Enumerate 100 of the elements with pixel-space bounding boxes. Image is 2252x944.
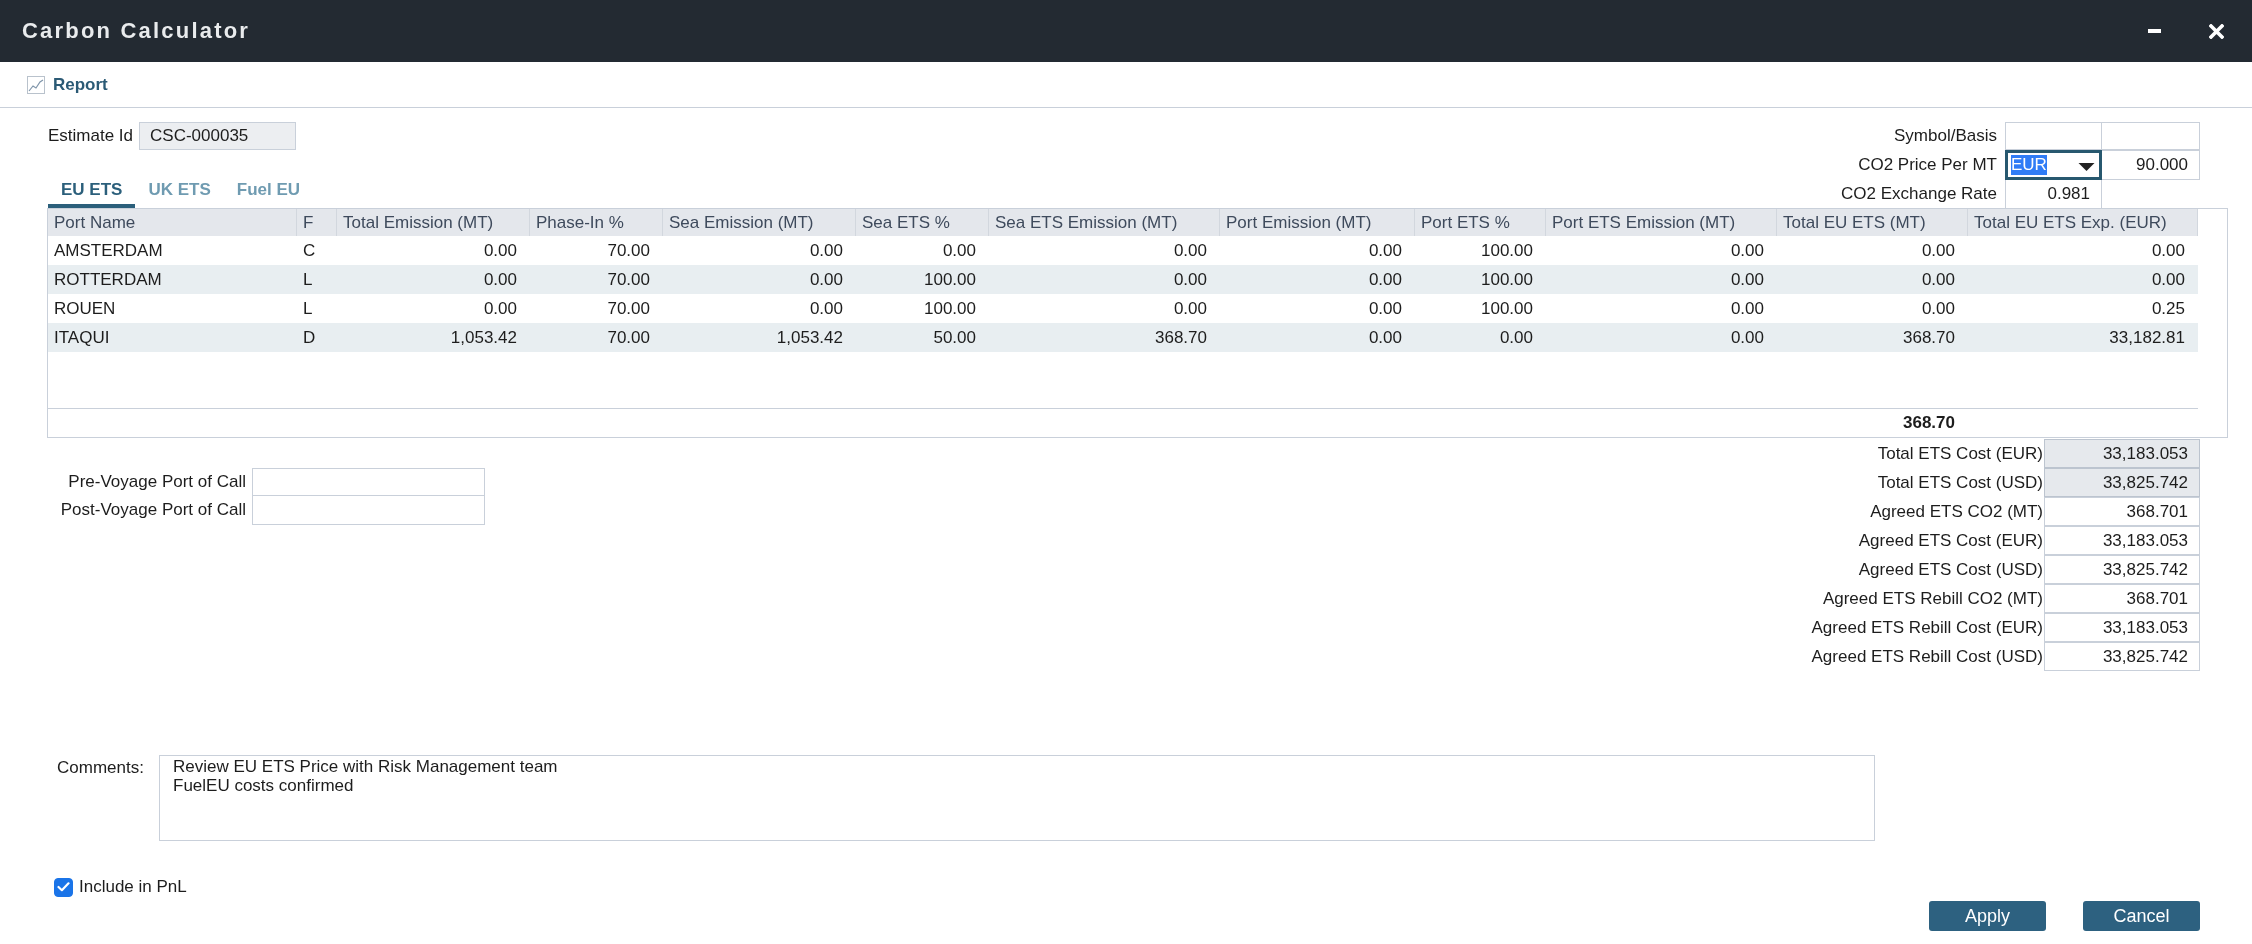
table-cell-text: 70.00: [606, 269, 651, 291]
report-button[interactable]: Report: [27, 74, 108, 95]
column-header[interactable]: F: [297, 209, 337, 236]
field-label: Total ETS Cost (USD): [1876, 472, 2044, 494]
table-cell-text: 0.00: [1172, 240, 1208, 262]
field-label: Agreed ETS Rebill Cost (EUR): [1811, 617, 2044, 639]
field-label: Estimate Id: [48, 126, 134, 146]
table-cell-text: L: [302, 269, 314, 291]
field-label: Total ETS Cost (EUR): [1876, 443, 2044, 465]
table-cell-text: 0.00: [2150, 269, 2186, 291]
column-header[interactable]: Sea ETS %: [856, 209, 989, 236]
column-header[interactable]: Phase-In %: [530, 209, 663, 236]
table-cell-text: 100.00: [1480, 269, 1534, 291]
amount-field[interactable]: 33,825.742: [2044, 468, 2200, 497]
table-row[interactable]: ROTTERDAM L 0.00 70.00 0.00 100.00 0.00 0.00 100.00 0.00 0.00 0.00: [48, 265, 2198, 294]
table-cell-text: 0.00: [1367, 298, 1403, 320]
table-cell-text: 0.00: [1367, 240, 1403, 262]
column-header[interactable]: Sea Emission (MT): [663, 209, 856, 236]
table-cell-text: 0.00: [482, 240, 518, 262]
column-header[interactable]: Total EU ETS Exp. (EUR): [1968, 209, 2198, 236]
table-cell-text: 0.00: [482, 298, 518, 320]
table-cell-text: ROTTERDAM: [53, 269, 163, 291]
currency-dropdown[interactable]: EUR: [2005, 150, 2102, 180]
table-cell-text: 0.00: [1367, 269, 1403, 291]
table-cell-text: 0.25: [2150, 298, 2186, 320]
table-cell-text: 0.00: [1729, 269, 1765, 291]
column-header[interactable]: Port ETS Emission (MT): [1546, 209, 1777, 236]
field-label: Symbol/Basis: [1893, 125, 1998, 147]
field-label: Pre-Voyage Port of Call: [67, 471, 247, 493]
field-label: CO2 Exchange Rate: [1841, 183, 1998, 205]
table-cell-text: 368.70: [1902, 327, 1956, 349]
column-header[interactable]: Total EU ETS (MT): [1777, 209, 1968, 236]
exchange-rate-field[interactable]: 0.981: [2005, 180, 2102, 208]
table-cell-text: 0.00: [1920, 298, 1956, 320]
field-label: CO2 Price Per MT: [1857, 154, 1998, 176]
checkbox-label[interactable]: Include in PnL: [79, 877, 187, 897]
table-cell-text: ROUEN: [53, 298, 117, 320]
column-header[interactable]: Port ETS %: [1415, 209, 1546, 236]
table-cell-text: 100.00: [923, 298, 977, 320]
price-field[interactable]: 90.000: [2102, 150, 2200, 180]
input-field[interactable]: [252, 496, 485, 525]
comments-field[interactable]: Review EU ETS Price with Risk Management team FuelEU costs confirmed: [159, 755, 1875, 841]
table-cell-text: 0.00: [1920, 240, 1956, 262]
column-header[interactable]: Sea ETS Emission (MT): [989, 209, 1220, 236]
table-cell-text: ITAQUI: [53, 327, 111, 349]
amount-field[interactable]: 33,825.742: [2044, 642, 2200, 671]
table-cell-text: 0.00: [808, 269, 844, 291]
amount-field[interactable]: 33,183.053: [2044, 613, 2200, 642]
table-cell-text: D: [302, 327, 317, 349]
field-label: Agreed ETS Rebill Cost (USD): [1811, 646, 2044, 668]
table-cell-text: 1,053.42: [449, 327, 518, 349]
input-field[interactable]: [2005, 122, 2102, 150]
amount-field[interactable]: 33,183.053: [2044, 526, 2200, 555]
apply-button[interactable]: Apply: [1929, 901, 2046, 931]
column-header[interactable]: Total Emission (MT): [337, 209, 530, 236]
table-cell-text: 368.70: [1154, 327, 1208, 349]
table-row[interactable]: ROUEN L 0.00 70.00 0.00 100.00 0.00 0.00 100.00 0.00 0.00 0.25: [48, 294, 2198, 323]
column-total: 368.70: [1902, 412, 1956, 434]
checkmark-icon: [57, 882, 70, 892]
table-cell-text: 0.00: [2150, 240, 2186, 262]
table-cell-text: 0.00: [808, 240, 844, 262]
input-field[interactable]: [252, 468, 485, 496]
table-cell-text: 100.00: [923, 269, 977, 291]
amount-field[interactable]: 33,183.053: [2044, 439, 2200, 468]
table-cell-text: C: [302, 240, 317, 262]
table-cell-text: AMSTERDAM: [53, 240, 164, 262]
amount-field[interactable]: 368.701: [2044, 497, 2200, 526]
amount-field[interactable]: 33,825.742: [2044, 555, 2200, 584]
input-field[interactable]: [2102, 122, 2200, 150]
table-cell-text: 0.00: [941, 240, 977, 262]
table-cell-text: 0.00: [1172, 269, 1208, 291]
table-cell-text: 0.00: [1172, 298, 1208, 320]
table-cell-text: 0.00: [808, 298, 844, 320]
table-cell-text: 0.00: [1729, 240, 1765, 262]
table-cell-text: 0.00: [1729, 327, 1765, 349]
line-chart-icon: [27, 75, 45, 94]
field-label: Comments:: [57, 757, 145, 779]
column-header[interactable]: Port Emission (MT): [1220, 209, 1415, 236]
close-icon[interactable]: [2209, 23, 2224, 39]
table-cell-text: 70.00: [606, 327, 651, 349]
amount-field[interactable]: 368.701: [2044, 584, 2200, 613]
caret-icon: [2078, 163, 2095, 171]
column-header[interactable]: Port Name: [48, 209, 297, 236]
table-cell-text: 0.00: [1729, 298, 1765, 320]
table-cell-text: 0.00: [1498, 327, 1534, 349]
table-cell-text: 100.00: [1480, 298, 1534, 320]
table-cell-text: 50.00: [932, 327, 977, 349]
table-cell-text: 0.00: [1920, 269, 1956, 291]
cancel-button[interactable]: Cancel: [2083, 901, 2200, 931]
checkbox[interactable]: [54, 877, 73, 897]
table-cell-text: 0.00: [482, 269, 518, 291]
table-cell-text: 1,053.42: [775, 327, 844, 349]
minimize-icon[interactable]: [2148, 29, 2161, 33]
table-cell-text: 70.00: [606, 298, 651, 320]
table-cell-text: 33,182.81: [2108, 327, 2186, 349]
table-cell-text: 0.00: [1367, 327, 1403, 349]
table-cell-text: L: [302, 298, 314, 320]
table-row[interactable]: ITAQUI D 1,053.42 70.00 1,053.42 50.00 368.70 0.00 0.00 0.00 368.70 33,182.81: [48, 323, 2198, 352]
estimate-id-field[interactable]: CSC-000035: [139, 122, 297, 150]
table-row[interactable]: AMSTERDAM C 0.00 70.00 0.00 0.00 0.00 0.00 100.00 0.00 0.00 0.00: [48, 236, 2198, 265]
